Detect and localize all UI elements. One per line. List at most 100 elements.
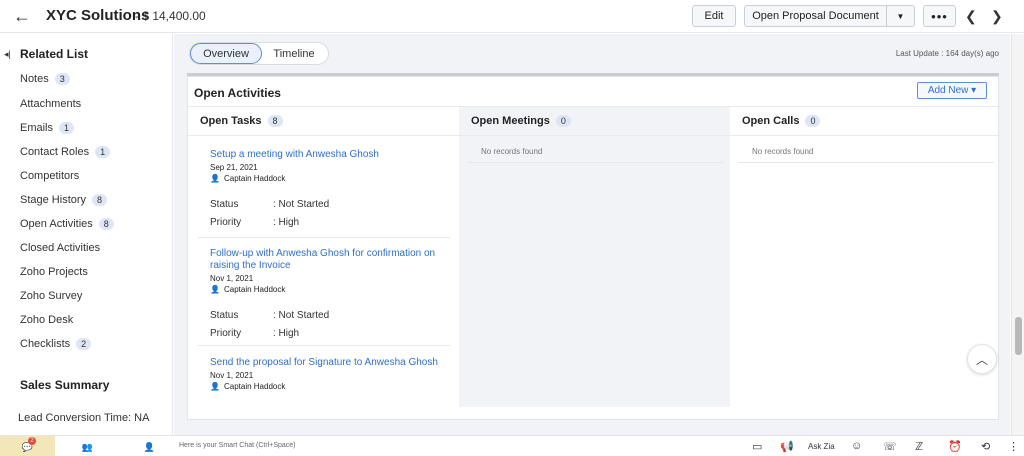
- scroll-to-top-chevron-up-icon[interactable]: ︿: [967, 344, 997, 374]
- sidebar-item-label: Zoho Survey: [20, 290, 83, 302]
- related-list-sidebar: ◂| Related List Notes 3 Attachments Email…: [0, 34, 173, 435]
- open-meetings-header: Open Meetings 0: [471, 115, 571, 127]
- sidebar-item-label: Zoho Projects: [20, 266, 88, 278]
- divider: [459, 135, 730, 136]
- column-label: Open Tasks: [200, 115, 262, 127]
- field-value: : Not Started: [273, 199, 330, 210]
- add-new-button[interactable]: Add New ▾: [917, 82, 987, 99]
- notification-badge: 2: [28, 437, 36, 445]
- task-title-link[interactable]: Setup a meeting with Anwesha Ghosh: [210, 149, 450, 161]
- sidebar-item-emails[interactable]: Emails 1: [20, 122, 75, 134]
- history-icon[interactable]: ⟲: [981, 440, 990, 453]
- smiley-icon[interactable]: ☺: [851, 440, 862, 452]
- screen-share-icon[interactable]: ▭: [752, 440, 762, 453]
- open-proposal-document-button[interactable]: Open Proposal Document: [744, 5, 887, 27]
- tab-timeline[interactable]: Timeline: [262, 43, 326, 64]
- task-item: Setup a meeting with Anwesha Ghosh Sep 2…: [210, 149, 450, 228]
- collapse-sidebar-icon[interactable]: ◂|: [4, 49, 20, 60]
- count-badge: 8: [267, 115, 283, 127]
- field-label: Priority: [210, 328, 242, 339]
- sidebar-item-zoho-projects[interactable]: Zoho Projects: [20, 266, 88, 278]
- open-calls-column: Open Calls 0 No records found: [730, 107, 1000, 407]
- zia-icon[interactable]: ℤ: [915, 440, 923, 453]
- page-scrollbar[interactable]: [1011, 34, 1024, 435]
- next-record-chevron-right-icon[interactable]: ❯: [991, 8, 1003, 25]
- sidebar-item-attachments[interactable]: Attachments: [20, 98, 81, 110]
- alarm-icon[interactable]: ⏰: [948, 440, 962, 453]
- task-owner: 👤 Captain Haddock: [210, 285, 450, 294]
- sidebar-item-label: Stage History: [20, 194, 87, 206]
- chats-tab[interactable]: 💬 2: [0, 436, 55, 456]
- sidebar-item-label: Contact Roles: [20, 146, 90, 158]
- task-date: Sep 21, 2021: [210, 163, 258, 172]
- count-badge: 0: [555, 115, 571, 127]
- task-item: Follow-up with Anwesha Ghosh for confirm…: [210, 248, 450, 339]
- owner-name: Captain Haddock: [223, 285, 286, 294]
- count-badge: 1: [59, 122, 75, 134]
- column-label: Open Calls: [742, 115, 800, 127]
- sidebar-item-label: Attachments: [20, 98, 82, 110]
- related-list-heading[interactable]: ◂| Related List: [4, 47, 88, 61]
- sidebar-item-checklists[interactable]: Checklists 2: [20, 338, 92, 350]
- previous-record-chevron-left-icon[interactable]: ❮: [965, 8, 977, 25]
- user-icon: 👤: [210, 285, 220, 294]
- sidebar-item-open-activities[interactable]: Open Activities 8: [20, 218, 114, 230]
- back-arrow-icon[interactable]: ←: [13, 7, 33, 25]
- sidebar-item-closed-activities[interactable]: Closed Activities: [20, 242, 100, 254]
- no-records-message: No records found: [752, 147, 814, 156]
- field-value: : Not Started: [273, 310, 330, 321]
- more-icon[interactable]: ⋮: [1008, 440, 1019, 453]
- ask-zia-button[interactable]: Ask Zia: [808, 442, 835, 451]
- sidebar-item-stage-history[interactable]: Stage History 8: [20, 194, 108, 206]
- sidebar-item-competitors[interactable]: Competitors: [20, 170, 79, 182]
- count-badge: 3: [54, 73, 70, 85]
- related-list-label: Related List: [20, 47, 89, 61]
- sidebar-item-label: Competitors: [20, 170, 80, 182]
- sidebar-item-zoho-desk[interactable]: Zoho Desk: [20, 314, 73, 326]
- open-activities-card: Open Activities Add New ▾ Open Tasks 8 S…: [187, 76, 1000, 420]
- divider: [730, 135, 1000, 136]
- sidebar-item-contact-roles[interactable]: Contact Roles 1: [20, 146, 111, 158]
- divider: [467, 162, 723, 163]
- task-title-link[interactable]: Send the proposal for Signature to Anwes…: [210, 357, 450, 369]
- task-owner: 👤 Captain Haddock: [210, 174, 450, 183]
- count-badge: 0: [805, 115, 821, 127]
- more-options-button[interactable]: •••: [923, 5, 956, 27]
- sidebar-item-label: Emails: [20, 122, 54, 134]
- view-tabs: Overview Timeline: [189, 42, 329, 65]
- field-label: Status: [210, 199, 239, 210]
- field-label: Status: [210, 310, 239, 321]
- task-title-link[interactable]: Follow-up with Anwesha Ghosh for confirm…: [210, 248, 450, 272]
- divider: [738, 162, 994, 163]
- record-header: ← XYC Solutions - $ 14,400.00 Edit Open …: [0, 0, 1024, 33]
- channels-tab[interactable]: 👥: [60, 436, 115, 456]
- divider: [198, 237, 450, 238]
- contacts-tab[interactable]: 👤: [122, 436, 177, 456]
- task-owner: 👤 Captain Haddock: [210, 382, 450, 391]
- person-icon: 👤: [143, 441, 156, 452]
- sidebar-item-label: Checklists: [20, 338, 71, 350]
- no-records-message: No records found: [481, 147, 543, 156]
- user-icon: 👤: [210, 382, 220, 391]
- divider: [198, 345, 450, 346]
- tab-overview[interactable]: Overview: [190, 43, 262, 64]
- owner-name: Captain Haddock: [223, 382, 286, 391]
- proposal-dropdown-chevron-down-icon[interactable]: ▼: [886, 5, 915, 27]
- divider: [188, 135, 459, 136]
- task-date: Nov 1, 2021: [210, 274, 254, 283]
- sales-summary-heading: Sales Summary: [20, 378, 110, 392]
- count-badge: 8: [98, 218, 114, 230]
- open-calls-header: Open Calls 0: [742, 115, 821, 127]
- field-label: Priority: [210, 217, 242, 228]
- call-icon[interactable]: ☏: [883, 440, 897, 453]
- task-date: Nov 1, 2021: [210, 371, 254, 380]
- edit-button[interactable]: Edit: [692, 5, 736, 27]
- sidebar-item-label: Notes: [20, 73, 49, 85]
- sidebar-item-notes[interactable]: Notes 3: [20, 73, 70, 85]
- smart-chat-input[interactable]: Here is your Smart Chat (Ctrl+Space): [179, 442, 296, 449]
- sidebar-item-zoho-survey[interactable]: Zoho Survey: [20, 290, 82, 302]
- scrollbar-thumb[interactable]: [1015, 317, 1022, 355]
- record-amount: - $ 14,400.00: [135, 9, 206, 23]
- announcement-icon[interactable]: 📢: [780, 440, 794, 453]
- column-label: Open Meetings: [471, 115, 550, 127]
